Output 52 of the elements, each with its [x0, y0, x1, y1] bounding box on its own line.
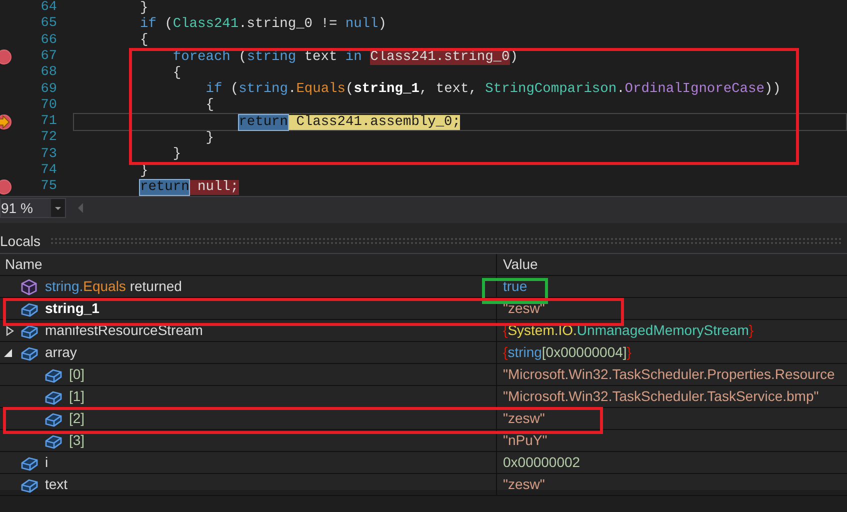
variable-value: "nPuY" — [502, 431, 548, 450]
code-line: } — [172, 148, 182, 162]
variable-name: array — [45, 343, 77, 362]
variable-name: manifestResourceStream — [45, 321, 203, 340]
variable-name: string_1 — [45, 299, 100, 318]
variable-value: "Microsoft.Win32.TaskScheduler.TaskService.bmp" — [502, 387, 819, 406]
variable-value: {string[0x00000004]} — [502, 343, 632, 362]
code-line: { — [206, 99, 214, 112]
line-number: 67 — [40, 48, 57, 66]
code-line: { — [172, 66, 182, 80]
line-number: 64 — [40, 0, 57, 17]
variable-name: [2] — [69, 409, 85, 428]
variable-name: text — [45, 475, 68, 494]
line-number: 72 — [40, 129, 57, 148]
line-number: 75 — [40, 178, 57, 196]
code-line: } — [206, 132, 214, 146]
variable-name: [0] — [69, 365, 85, 384]
variable-value: 0x00000002 — [502, 453, 580, 472]
variable-name: [1] — [69, 387, 85, 406]
collapse-triangle-icon[interactable] — [4, 348, 12, 356]
breakpoint-icon[interactable] — [0, 49, 12, 66]
line-number: 69 — [40, 80, 57, 99]
line-number: 65 — [40, 15, 57, 34]
variable-value: "zesw" — [502, 409, 545, 428]
cube-icon — [20, 278, 39, 296]
expand-triangle-icon[interactable] — [6, 326, 14, 336]
column-header[interactable]: Value — [497, 254, 847, 275]
code-line: { — [140, 34, 148, 48]
current-line-arrow-icon[interactable] — [0, 114, 12, 130]
zoom-combobox[interactable]: 91 % — [0, 198, 66, 218]
line-number: 68 — [40, 64, 57, 82]
variable-value: "zesw" — [502, 299, 545, 318]
code-line: } — [140, 2, 148, 15]
variable-name: i — [45, 453, 48, 472]
variable-name: [3] — [69, 431, 85, 450]
column-header[interactable]: Name — [0, 254, 497, 275]
line-number: 70 — [40, 96, 57, 115]
code-line: if (Class241.string_0 != null) — [140, 18, 386, 31]
variable-value: "Microsoft.Win32.TaskScheduler.Properties.Resource — [502, 365, 835, 384]
variable-name: string.Equals returned — [45, 277, 182, 296]
variable-value: true — [502, 277, 528, 296]
variable-value: "zesw" — [502, 475, 545, 494]
panel-title: Locals — [0, 232, 42, 250]
code-line: if (string.Equals(string_1, text, StringComparison.OrdinalIgnoreCase)) — [206, 83, 781, 96]
line-number: 73 — [40, 146, 57, 164]
line-number: 74 — [40, 162, 57, 180]
zoom-level: 91 % — [1, 198, 34, 216]
breakpoint-icon[interactable] — [0, 179, 12, 196]
line-number: 71 — [40, 113, 57, 131]
line-number: 66 — [40, 32, 57, 50]
code-line: return null; — [140, 180, 239, 194]
code-line: return Class241.assembly_0; — [238, 116, 460, 129]
